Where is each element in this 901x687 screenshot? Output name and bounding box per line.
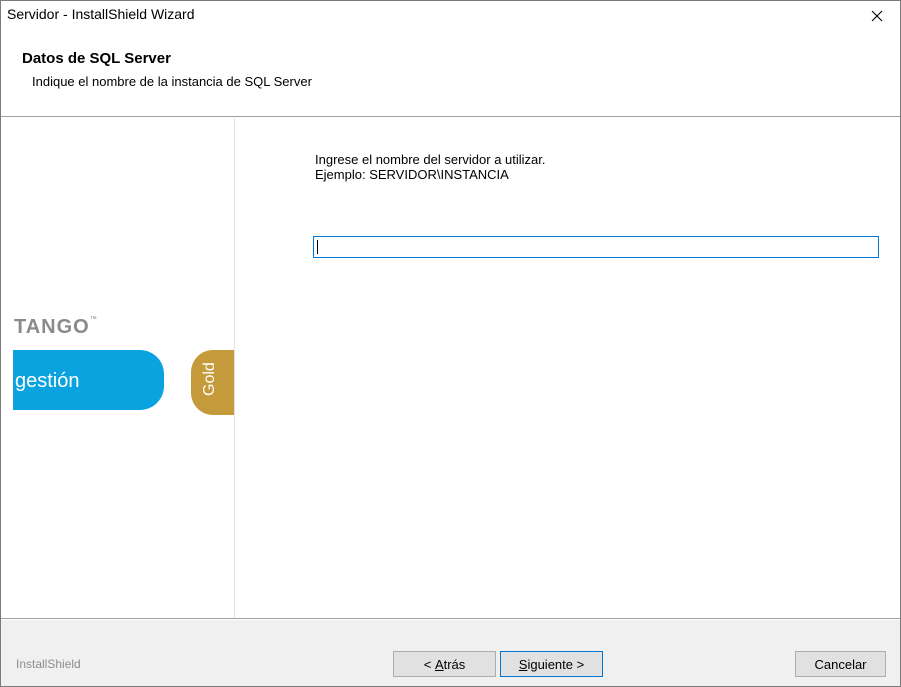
gold-badge: Gold [191, 350, 234, 415]
installer-window: Servidor - InstallShield Wizard Datos de… [0, 0, 901, 687]
close-icon [871, 10, 883, 22]
gestion-label: gestión [15, 370, 80, 392]
branding-panel: TANGO™ gestión Gold [1, 118, 235, 618]
instruction-line-2: Ejemplo: SERVIDOR\INSTANCIA [315, 167, 509, 182]
next-button[interactable]: Siguiente > [500, 651, 603, 677]
installshield-brand: InstallShield [16, 657, 81, 671]
text-caret [317, 240, 318, 254]
back-accelerator: A [434, 656, 444, 672]
gold-label: Gold [201, 362, 218, 396]
wizard-header: Datos de SQL Server Indique el nombre de… [1, 31, 900, 117]
footer-divider-highlight [1, 619, 900, 620]
close-button[interactable] [854, 1, 900, 31]
title-bar: Servidor - InstallShield Wizard [1, 1, 900, 31]
tango-logo: TANGO™ [14, 316, 98, 339]
page-title: Datos de SQL Server [22, 50, 171, 67]
cancel-button[interactable]: Cancelar [795, 651, 886, 677]
instructions: Ingrese el nombre del servidor a utiliza… [315, 152, 546, 182]
back-button[interactable]: < Atrás [393, 651, 496, 677]
back-prefix: < [423, 656, 435, 672]
instruction-line-1: Ingrese el nombre del servidor a utiliza… [315, 152, 546, 167]
tango-logo-text: TANGO [14, 316, 90, 338]
wizard-content: TANGO™ gestión Gold Ingrese el nombre de… [1, 118, 900, 618]
window-title: Servidor - InstallShield Wizard [7, 6, 195, 22]
page-subtitle: Indique el nombre de la instancia de SQL… [32, 74, 312, 89]
next-label-rest: iguiente > [527, 656, 585, 672]
server-name-input[interactable] [313, 236, 879, 258]
gestion-badge: gestión [13, 350, 164, 410]
back-label-rest: trás [443, 656, 466, 672]
next-accelerator: S [518, 656, 528, 672]
trademark-mark: ™ [89, 316, 98, 323]
